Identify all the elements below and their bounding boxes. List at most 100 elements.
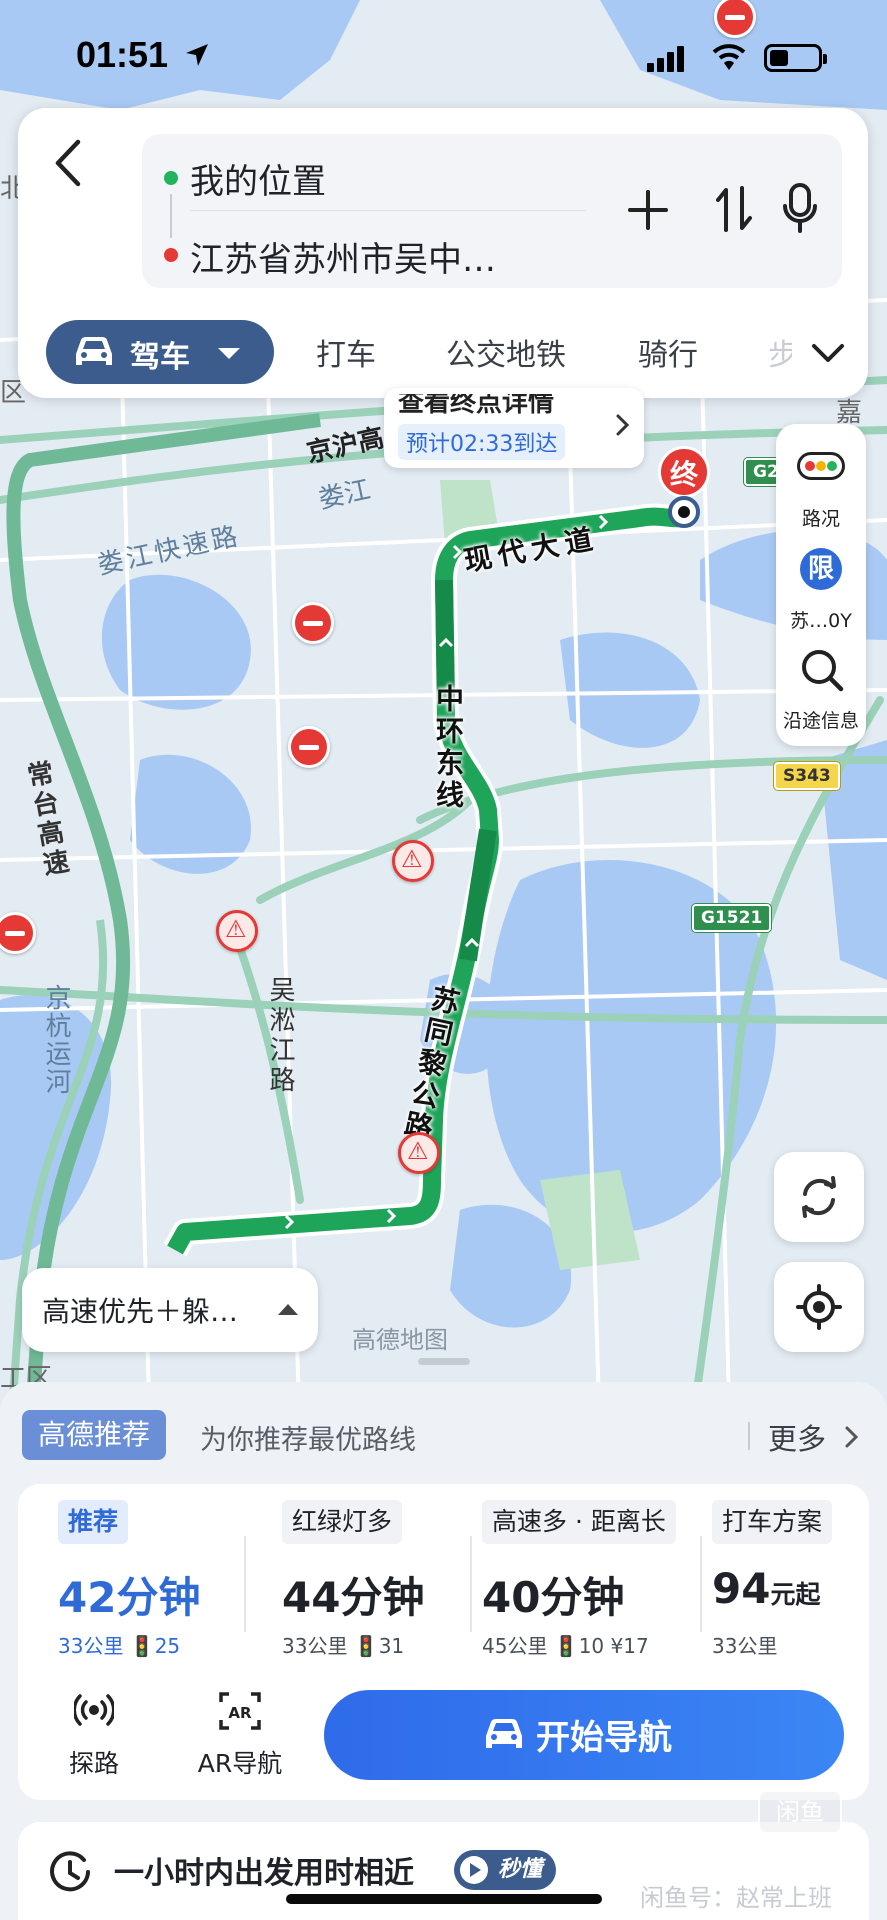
route-tag: 红绿灯多 (282, 1500, 403, 1544)
traffic-label: 路况 (801, 508, 840, 530)
route-options-card: 推荐 42分钟 33公里 🚦25 红绿灯多 44分钟 33公里 🚦31 高速多 … (18, 1484, 869, 1800)
origin-dot-icon (164, 171, 178, 185)
car-icon (76, 337, 112, 365)
route-preference-label: 高速优先＋躲… (42, 1295, 239, 1328)
route-search-panel: 我的位置 江苏省苏州市吴中… 驾车 打车 公交地铁 骑行 步 (18, 108, 868, 398)
svg-text:AR: AR (228, 1704, 252, 1722)
tab-bike[interactable]: 骑行 (638, 330, 698, 374)
recommend-subtitle: 为你推荐最优路线 (200, 1425, 416, 1456)
taxi-price-unit: 元起 (770, 1580, 821, 1609)
broadcast-icon (74, 1694, 114, 1726)
caret-down-icon (218, 348, 240, 359)
divider (700, 1536, 702, 1632)
road-work-icon[interactable] (392, 840, 434, 882)
no-entry-icon[interactable] (292, 602, 334, 644)
no-entry-icon[interactable] (288, 726, 330, 768)
divider (470, 1536, 472, 1632)
tab-taxi[interactable]: 打车 (316, 330, 376, 374)
route-duration: 44分钟 (282, 1573, 425, 1622)
recommend-header: 高德推荐 为你推荐最优路线 更多 (22, 1410, 865, 1460)
route-preference-selector[interactable]: 高速优先＋躲… (22, 1268, 318, 1352)
divider (748, 1422, 750, 1450)
signal-icon (647, 46, 684, 72)
status-time: 01:51 (76, 34, 169, 75)
miaodong-label: 秒懂 (498, 1857, 543, 1882)
departure-time-label: 一小时内出发用时相近 (114, 1856, 414, 1891)
road-work-icon[interactable] (398, 1132, 440, 1174)
ar-icon: AR (219, 1692, 261, 1730)
origin-input[interactable]: 我的位置 (190, 154, 326, 203)
more-routes-link[interactable]: 更多 (768, 1416, 826, 1458)
clock-icon (50, 1851, 90, 1892)
chevron-right-icon[interactable] (844, 1424, 860, 1450)
traffic-button[interactable]: 路况 (776, 434, 866, 534)
start-navigation-button[interactable]: 开始导航 (324, 1690, 844, 1780)
search-icon (802, 650, 844, 692)
destination-dot-icon (164, 248, 178, 262)
taxi-price: 94元起 (712, 1564, 820, 1613)
plate-label: 苏…0Y (790, 610, 852, 632)
status-bar: 01:51 (0, 0, 887, 110)
user-watermark: 闲鱼号：赵常上班 (640, 1884, 832, 1912)
restriction-button[interactable]: 限 苏…0Y (776, 536, 866, 636)
route-tag: 推荐 (58, 1500, 129, 1544)
battery-icon (764, 44, 827, 72)
destination-marker-label: 终 (658, 446, 710, 498)
destination-input[interactable]: 江苏省苏州市吴中… (190, 232, 496, 281)
probe-route-label: 探路 (68, 1749, 119, 1778)
car-icon (486, 1719, 522, 1748)
route-duration: 42分钟 (58, 1573, 201, 1622)
water-label-jinghang: 京杭运河 (41, 984, 71, 1096)
along-route-label: 沿途信息 (782, 710, 859, 732)
route-meta: 45公里 🚦10 ¥17 (482, 1634, 649, 1658)
map-side-toolbar: 路况 限 苏…0Y 沿途信息 (776, 424, 866, 746)
traffic-light-icon (797, 452, 845, 480)
tab-drive[interactable]: 驾车 (46, 320, 274, 384)
tab-transit[interactable]: 公交地铁 (446, 330, 566, 374)
route-input-box: 我的位置 江苏省苏州市吴中… (142, 134, 842, 288)
route-tag: 高速多 · 距离长 (482, 1500, 676, 1544)
locate-me-button[interactable] (774, 1262, 864, 1352)
probe-route-button[interactable]: 探路 (54, 1690, 134, 1784)
route-meta: 33公里 (712, 1634, 778, 1658)
divider (190, 210, 586, 211)
route-label-zhonghuan: 中环东线 (432, 684, 465, 812)
caret-up-icon (278, 1304, 298, 1315)
taxi-price-value: 94 (712, 1564, 771, 1613)
route-bottom-sheet: 高德推荐 为你推荐最优路线 更多 推荐 42分钟 33公里 🚦25 红绿灯多 4… (0, 1382, 887, 1920)
ar-navigation-button[interactable]: AR AR导航 (182, 1690, 298, 1784)
departure-time-card[interactable]: 一小时内出发用时相近 秒懂 闲鱼号：赵常上班 (18, 1822, 869, 1920)
tab-walk-partial[interactable]: 步 (768, 330, 792, 374)
location-arrow-icon (186, 44, 208, 66)
route-meta: 33公里 🚦25 (58, 1634, 181, 1658)
recommend-badge: 高德推荐 (22, 1410, 167, 1460)
route-meta: 33公里 🚦31 (282, 1634, 405, 1658)
route-tag: 打车方案 (712, 1500, 833, 1544)
divider (244, 1536, 246, 1632)
road-label-wusong: 吴淞江路 (265, 976, 295, 1096)
tab-drive-label: 驾车 (130, 340, 190, 375)
chevron-right-icon (616, 414, 630, 436)
watermark-logo: 闲鱼 (758, 1790, 842, 1834)
miaodong-badge[interactable]: 秒懂 (454, 1850, 557, 1890)
road-work-icon[interactable] (216, 910, 258, 952)
start-navigation-label: 开始导航 (536, 1718, 672, 1758)
destination-pin-icon (668, 496, 700, 528)
sheet-drag-handle[interactable] (418, 1358, 470, 1365)
add-waypoint-icon[interactable] (626, 188, 670, 232)
destination-detail-link: 查看终点详情 (398, 388, 555, 418)
microphone-icon[interactable] (782, 182, 818, 234)
crosshair-icon (796, 1284, 842, 1330)
dot-connector (170, 194, 172, 238)
along-route-info-button[interactable]: 沿途信息 (776, 636, 866, 736)
back-icon[interactable] (48, 138, 88, 188)
play-icon (460, 1856, 488, 1884)
destination-eta-bubble[interactable]: 查看终点详情 预计02:33到达 (384, 388, 644, 468)
refresh-route-button[interactable] (774, 1152, 864, 1242)
swap-icon[interactable] (714, 184, 754, 234)
home-indicator[interactable] (286, 1894, 602, 1904)
travel-mode-tabs: 驾车 打车 公交地铁 骑行 步 (18, 308, 868, 388)
route-duration: 40分钟 (482, 1573, 625, 1622)
wifi-icon (712, 44, 746, 70)
chevron-down-icon[interactable] (808, 338, 848, 368)
